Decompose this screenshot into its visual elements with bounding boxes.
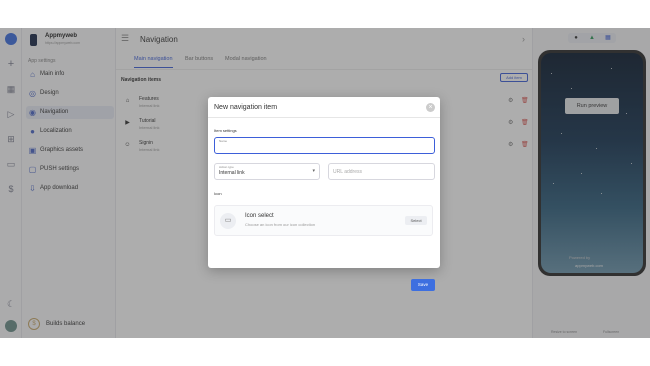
icon-select-box[interactable]: ▭ Icon select Choose an icon from our ic… (214, 205, 433, 236)
save-button[interactable]: Save (411, 279, 435, 291)
dialog-title: New navigation item (214, 104, 278, 111)
icon-label: Icon (214, 191, 222, 196)
action-type-label: Action type (219, 165, 234, 169)
name-field[interactable]: Name (214, 137, 435, 154)
app-window: + ▦ ▷ ⊞ ▭ $ ☾ Appmyweb https://appmyweb.… (0, 28, 650, 338)
url-address-field[interactable]: URL address (328, 163, 435, 180)
select-button[interactable]: Select (405, 216, 427, 225)
chevron-down-icon: ▾ (312, 168, 315, 174)
image-icon: ▭ (220, 213, 236, 229)
url-placeholder: URL address (333, 169, 362, 175)
close-icon[interactable]: × (426, 103, 435, 112)
new-navigation-item-dialog: New navigation item × Item settings Name… (208, 97, 440, 291)
name-field-label: Name (219, 139, 228, 143)
item-settings-label: Item settings (214, 128, 237, 133)
icon-select-title: Icon select (245, 213, 274, 219)
icon-select-subtitle: Choose an icon from our icon collection (245, 222, 316, 227)
action-type-value: Internal link (219, 170, 245, 176)
divider (208, 117, 440, 118)
action-type-select[interactable]: Action type Internal link ▾ (214, 163, 320, 180)
